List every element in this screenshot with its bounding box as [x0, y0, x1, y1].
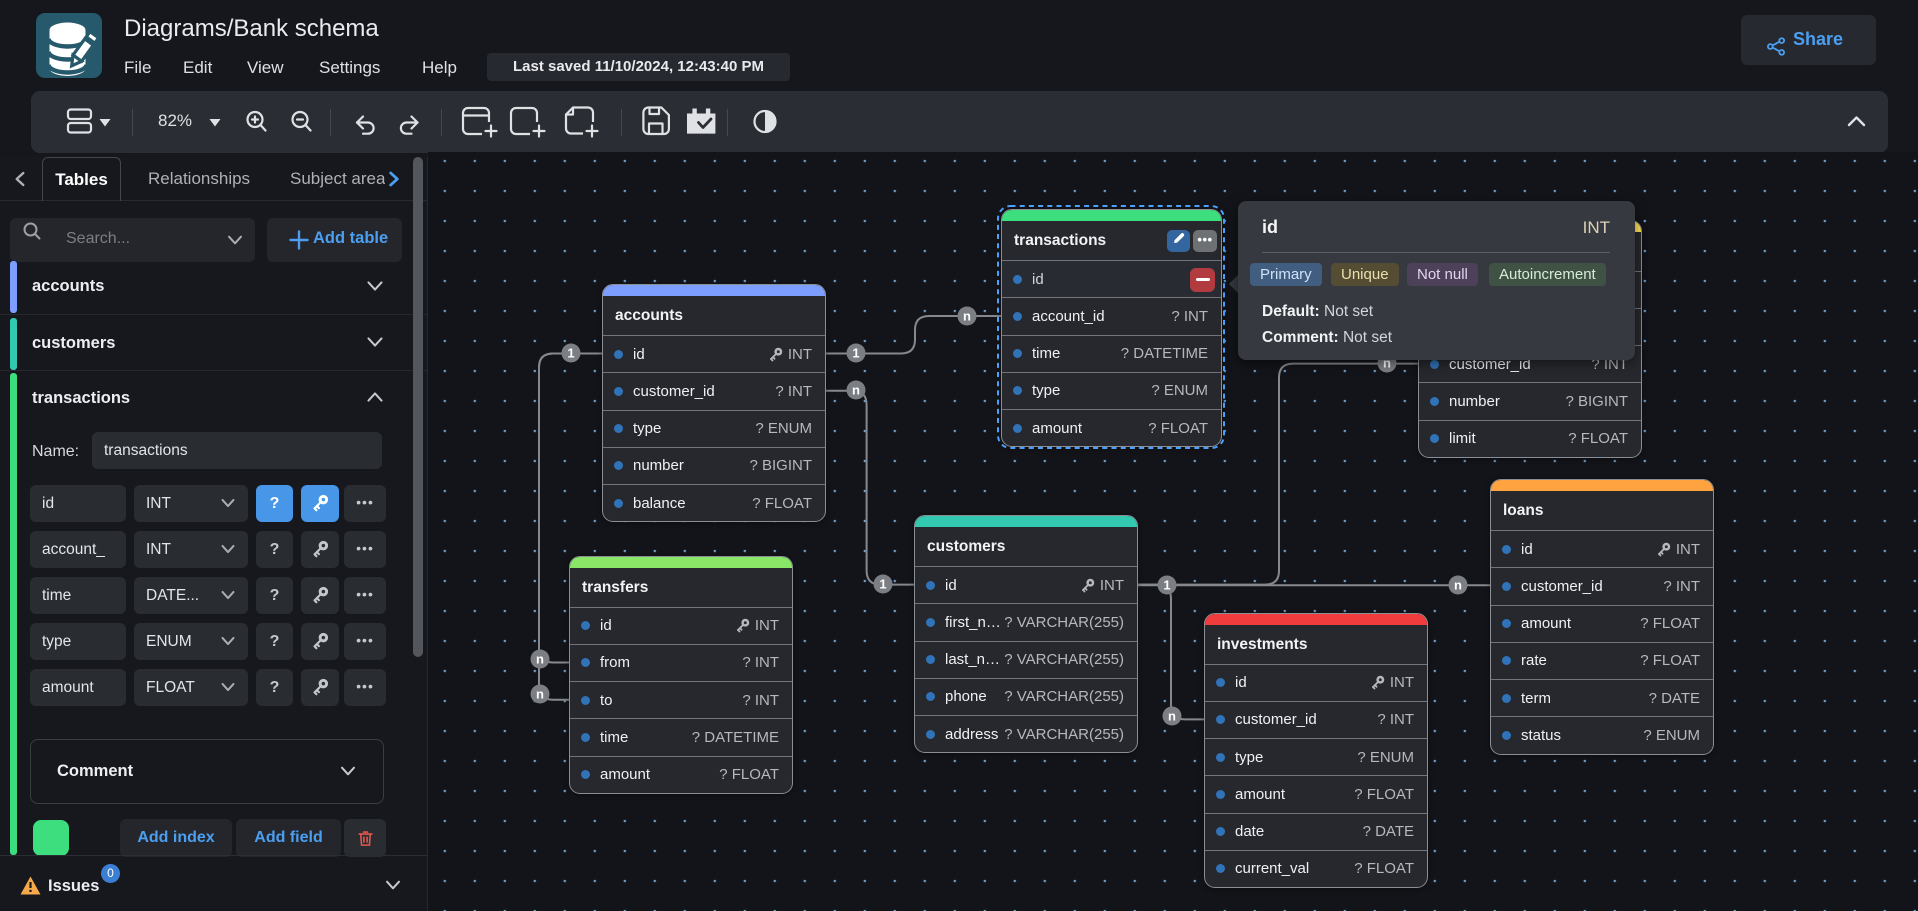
svg-text:n: n [963, 309, 971, 324]
svg-text:1: 1 [879, 577, 886, 592]
svg-text:1: 1 [852, 346, 859, 361]
svg-text:n: n [536, 687, 544, 702]
svg-text:1: 1 [567, 346, 574, 361]
svg-text:n: n [1168, 709, 1176, 724]
svg-text:1: 1 [1163, 578, 1170, 593]
svg-text:n: n [1454, 578, 1462, 593]
svg-text:n: n [852, 383, 860, 398]
svg-text:n: n [536, 652, 544, 667]
